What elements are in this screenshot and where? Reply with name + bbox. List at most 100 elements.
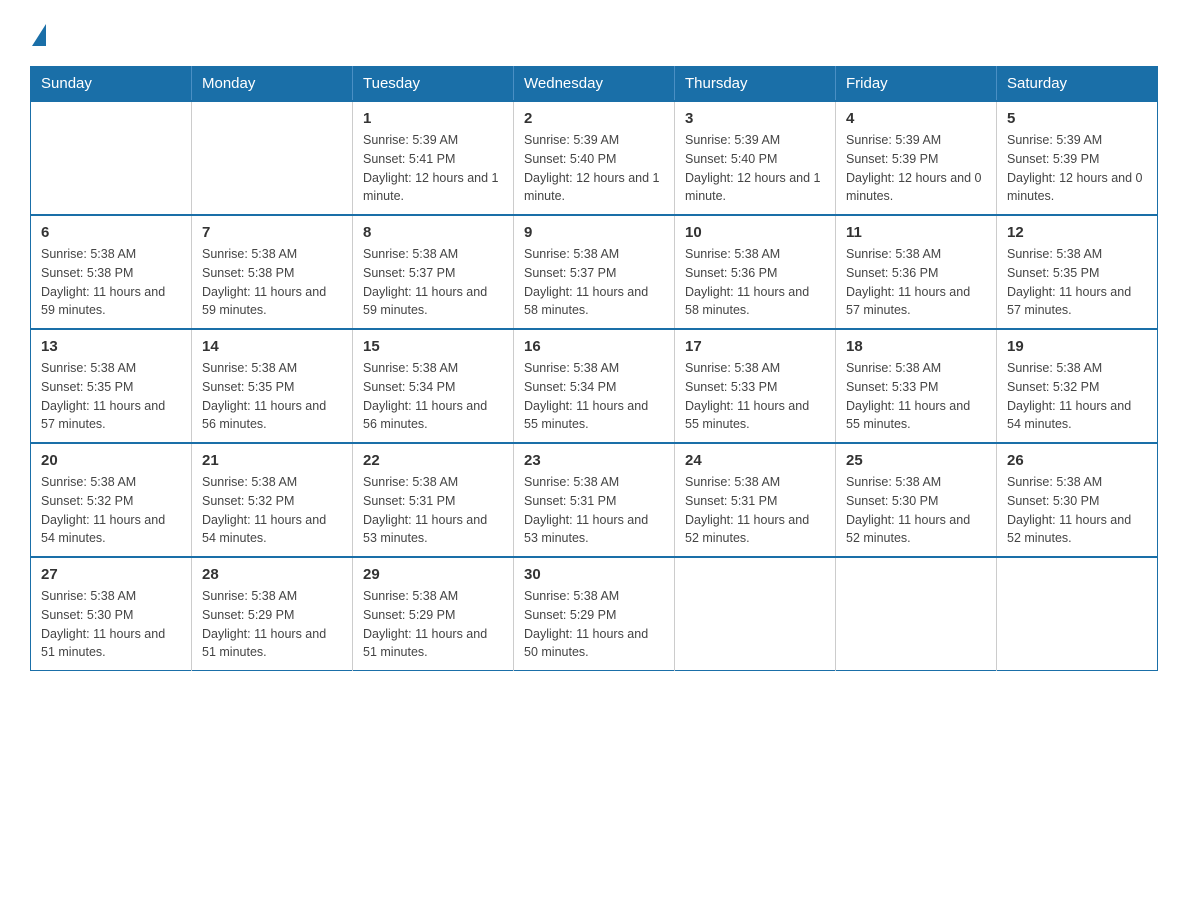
calendar-day-cell: 28 Sunrise: 5:38 AMSunset: 5:29 PMDayligh… — [192, 557, 353, 671]
day-info: Sunrise: 5:38 AMSunset: 5:38 PMDaylight:… — [41, 245, 181, 320]
calendar-day-cell: 11 Sunrise: 5:38 AMSunset: 5:36 PMDayligh… — [836, 215, 997, 329]
day-info: Sunrise: 5:38 AMSunset: 5:31 PMDaylight:… — [524, 473, 664, 548]
day-info: Sunrise: 5:38 AMSunset: 5:33 PMDaylight:… — [846, 359, 986, 434]
day-number: 25 — [846, 452, 986, 469]
calendar-day-cell: 21 Sunrise: 5:38 AMSunset: 5:32 PMDayligh… — [192, 443, 353, 557]
day-number: 1 — [363, 110, 503, 127]
calendar-day-cell: 4 Sunrise: 5:39 AMSunset: 5:39 PMDaylight… — [836, 101, 997, 215]
day-number: 17 — [685, 338, 825, 355]
day-info: Sunrise: 5:39 AMSunset: 5:40 PMDaylight:… — [524, 131, 664, 206]
calendar-header-cell: Monday — [192, 67, 353, 102]
day-number: 30 — [524, 566, 664, 583]
day-number: 12 — [1007, 224, 1147, 241]
day-info: Sunrise: 5:38 AMSunset: 5:35 PMDaylight:… — [202, 359, 342, 434]
day-number: 2 — [524, 110, 664, 127]
day-info: Sunrise: 5:38 AMSunset: 5:32 PMDaylight:… — [41, 473, 181, 548]
calendar-day-cell: 14Sunrise: 5:38 AMSunset: 5:35 PMDayligh… — [192, 329, 353, 443]
day-info: Sunrise: 5:38 AMSunset: 5:29 PMDaylight:… — [202, 587, 342, 662]
day-number: 5 — [1007, 110, 1147, 127]
calendar-week-row: 13 Sunrise: 5:38 AMSunset: 5:35 PMDayligh… — [31, 329, 1158, 443]
day-info: Sunrise: 5:38 AMSunset: 5:37 PMDaylight:… — [363, 245, 503, 320]
day-info: Sunrise: 5:38 AMSunset: 5:32 PMDaylight:… — [202, 473, 342, 548]
day-info: Sunrise: 5:38 AMSunset: 5:36 PMDaylight:… — [685, 245, 825, 320]
day-info: Sunrise: 5:38 AMSunset: 5:36 PMDaylight:… — [846, 245, 986, 320]
calendar-table: SundayMondayTuesdayWednesdayThursdayFrid… — [30, 66, 1158, 671]
calendar-day-cell: 10Sunrise: 5:38 AMSunset: 5:36 PMDayligh… — [675, 215, 836, 329]
day-info: Sunrise: 5:38 AMSunset: 5:31 PMDaylight:… — [363, 473, 503, 548]
calendar-day-cell — [192, 101, 353, 215]
calendar-day-cell: 26Sunrise: 5:38 AMSunset: 5:30 PMDayligh… — [997, 443, 1158, 557]
logo-triangle-icon — [32, 24, 46, 46]
calendar-day-cell: 1 Sunrise: 5:39 AMSunset: 5:41 PMDaylight… — [353, 101, 514, 215]
logo — [30, 20, 50, 46]
day-number: 3 — [685, 110, 825, 127]
day-number: 22 — [363, 452, 503, 469]
calendar-header-cell: Wednesday — [514, 67, 675, 102]
calendar-day-cell: 17 Sunrise: 5:38 AMSunset: 5:33 PMDayligh… — [675, 329, 836, 443]
day-number: 19 — [1007, 338, 1147, 355]
calendar-day-cell: 24 Sunrise: 5:38 AMSunset: 5:31 PMDayligh… — [675, 443, 836, 557]
day-number: 26 — [1007, 452, 1147, 469]
day-number: 24 — [685, 452, 825, 469]
day-info: Sunrise: 5:39 AMSunset: 5:39 PMDaylight:… — [846, 131, 986, 206]
day-number: 23 — [524, 452, 664, 469]
calendar-day-cell: 15 Sunrise: 5:38 AMSunset: 5:34 PMDayligh… — [353, 329, 514, 443]
day-number: 7 — [202, 224, 342, 241]
calendar-week-row: 27Sunrise: 5:38 AMSunset: 5:30 PMDayligh… — [31, 557, 1158, 671]
calendar-day-cell: 16 Sunrise: 5:38 AMSunset: 5:34 PMDayligh… — [514, 329, 675, 443]
calendar-day-cell: 7 Sunrise: 5:38 AMSunset: 5:38 PMDaylight… — [192, 215, 353, 329]
calendar-day-cell: 19 Sunrise: 5:38 AMSunset: 5:32 PMDayligh… — [997, 329, 1158, 443]
calendar-day-cell: 18 Sunrise: 5:38 AMSunset: 5:33 PMDayligh… — [836, 329, 997, 443]
day-info: Sunrise: 5:39 AMSunset: 5:41 PMDaylight:… — [363, 131, 503, 206]
calendar-day-cell: 30 Sunrise: 5:38 AMSunset: 5:29 PMDayligh… — [514, 557, 675, 671]
day-info: Sunrise: 5:38 AMSunset: 5:29 PMDaylight:… — [363, 587, 503, 662]
calendar-header-cell: Thursday — [675, 67, 836, 102]
day-number: 18 — [846, 338, 986, 355]
day-number: 28 — [202, 566, 342, 583]
calendar-header-row: SundayMondayTuesdayWednesdayThursdayFrid… — [31, 67, 1158, 102]
day-number: 6 — [41, 224, 181, 241]
calendar-day-cell — [997, 557, 1158, 671]
day-number: 21 — [202, 452, 342, 469]
calendar-day-cell: 22 Sunrise: 5:38 AMSunset: 5:31 PMDayligh… — [353, 443, 514, 557]
day-number: 13 — [41, 338, 181, 355]
day-info: Sunrise: 5:38 AMSunset: 5:30 PMDaylight:… — [41, 587, 181, 662]
calendar-day-cell: 13Sunrise: 5:38 AMSunset: 5:35 PMDayligh… — [31, 329, 192, 443]
day-number: 4 — [846, 110, 986, 127]
day-number: 29 — [363, 566, 503, 583]
day-number: 11 — [846, 224, 986, 241]
calendar-day-cell: 2 Sunrise: 5:39 AMSunset: 5:40 PMDaylight… — [514, 101, 675, 215]
day-info: Sunrise: 5:38 AMSunset: 5:32 PMDaylight:… — [1007, 359, 1147, 434]
calendar-day-cell: 25Sunrise: 5:38 AMSunset: 5:30 PMDayligh… — [836, 443, 997, 557]
calendar-header-cell: Friday — [836, 67, 997, 102]
day-info: Sunrise: 5:39 AMSunset: 5:40 PMDaylight:… — [685, 131, 825, 206]
day-info: Sunrise: 5:38 AMSunset: 5:37 PMDaylight:… — [524, 245, 664, 320]
calendar-day-cell — [31, 101, 192, 215]
day-info: Sunrise: 5:38 AMSunset: 5:29 PMDaylight:… — [524, 587, 664, 662]
calendar-day-cell: 27Sunrise: 5:38 AMSunset: 5:30 PMDayligh… — [31, 557, 192, 671]
day-info: Sunrise: 5:38 AMSunset: 5:34 PMDaylight:… — [363, 359, 503, 434]
day-number: 15 — [363, 338, 503, 355]
calendar-day-cell — [675, 557, 836, 671]
day-info: Sunrise: 5:38 AMSunset: 5:38 PMDaylight:… — [202, 245, 342, 320]
calendar-week-row: 20 Sunrise: 5:38 AMSunset: 5:32 PMDayligh… — [31, 443, 1158, 557]
calendar-week-row: 6 Sunrise: 5:38 AMSunset: 5:38 PMDaylight… — [31, 215, 1158, 329]
day-info: Sunrise: 5:38 AMSunset: 5:33 PMDaylight:… — [685, 359, 825, 434]
day-number: 20 — [41, 452, 181, 469]
calendar-header-cell: Saturday — [997, 67, 1158, 102]
day-info: Sunrise: 5:39 AMSunset: 5:39 PMDaylight:… — [1007, 131, 1147, 206]
calendar-day-cell: 9 Sunrise: 5:38 AMSunset: 5:37 PMDaylight… — [514, 215, 675, 329]
calendar-body: 1 Sunrise: 5:39 AMSunset: 5:41 PMDaylight… — [31, 101, 1158, 671]
day-number: 8 — [363, 224, 503, 241]
calendar-day-cell: 6 Sunrise: 5:38 AMSunset: 5:38 PMDaylight… — [31, 215, 192, 329]
day-number: 9 — [524, 224, 664, 241]
day-info: Sunrise: 5:38 AMSunset: 5:34 PMDaylight:… — [524, 359, 664, 434]
calendar-day-cell: 12Sunrise: 5:38 AMSunset: 5:35 PMDayligh… — [997, 215, 1158, 329]
calendar-header-cell: Tuesday — [353, 67, 514, 102]
calendar-day-cell: 20 Sunrise: 5:38 AMSunset: 5:32 PMDayligh… — [31, 443, 192, 557]
calendar-day-cell: 29 Sunrise: 5:38 AMSunset: 5:29 PMDayligh… — [353, 557, 514, 671]
calendar-day-cell: 23 Sunrise: 5:38 AMSunset: 5:31 PMDayligh… — [514, 443, 675, 557]
page-header — [30, 20, 1158, 46]
day-number: 16 — [524, 338, 664, 355]
day-info: Sunrise: 5:38 AMSunset: 5:31 PMDaylight:… — [685, 473, 825, 548]
